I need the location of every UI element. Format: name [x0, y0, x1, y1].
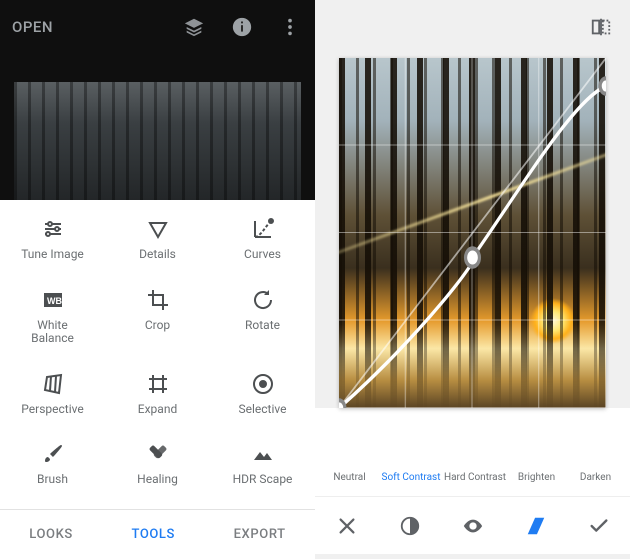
confirm-button[interactable] [576, 507, 622, 545]
tool-brush[interactable]: Brush [0, 435, 105, 500]
tool-hdr-scape[interactable]: HDR Scape [210, 435, 315, 500]
cancel-button[interactable] [324, 507, 370, 545]
photo-canvas[interactable] [339, 58, 606, 408]
curve-action-bar [315, 496, 630, 554]
brush-icon [40, 441, 66, 467]
crop-icon [145, 287, 171, 313]
hdr-scape-icon [250, 441, 276, 467]
preset-soft-contrast[interactable]: Soft Contrast [382, 416, 440, 483]
preset-hard-contrast[interactable]: Hard Contrast [446, 416, 504, 483]
channel-icon[interactable] [513, 507, 559, 545]
luminance-channel-icon[interactable] [387, 507, 433, 545]
tool-perspective[interactable]: Perspective [0, 365, 105, 430]
curve-node[interactable] [600, 78, 606, 93]
tool-crop[interactable]: Crop [105, 281, 210, 359]
preset-label: Neutral [333, 472, 365, 483]
tab-tools[interactable]: TOOLS [131, 527, 175, 542]
preset-brighten[interactable]: Brighten [510, 416, 563, 483]
curves-icon [250, 216, 276, 242]
tool-label: Expand [138, 403, 177, 417]
svg-text:WB: WB [47, 296, 62, 306]
right-topbar [315, 0, 630, 54]
curve-preset-row: Neutral Soft Contrast Hard Contrast Brig… [315, 408, 630, 496]
preset-darken[interactable]: Darken [569, 416, 622, 483]
tool-label: HDR Scape [233, 473, 293, 487]
preset-label: Hard Contrast [444, 472, 506, 483]
curves-editor-screen: Neutral Soft Contrast Hard Contrast Brig… [315, 0, 630, 559]
left-topbar: OPEN [0, 0, 315, 54]
preset-label: Darken [580, 472, 611, 483]
tool-expand[interactable]: Expand [105, 365, 210, 430]
preset-label: Soft Contrast [382, 472, 441, 483]
bottom-tabs: LOOKS TOOLS EXPORT [0, 509, 315, 559]
tool-label: Perspective [21, 403, 83, 417]
tool-label: Details [139, 248, 176, 262]
tool-details[interactable]: Details [105, 210, 210, 275]
expand-icon [145, 371, 171, 397]
tab-looks[interactable]: LOOKS [29, 527, 73, 542]
tool-label: Rotate [245, 319, 280, 333]
tool-healing[interactable]: Healing [105, 435, 210, 500]
tab-export[interactable]: EXPORT [234, 527, 286, 542]
selective-icon [250, 371, 276, 397]
more-vertical-icon[interactable] [277, 14, 303, 40]
editor-preview-dimmed: OPEN [0, 0, 315, 200]
perspective-icon [40, 371, 66, 397]
tune-icon [40, 216, 66, 242]
stacks-icon[interactable] [181, 14, 207, 40]
tool-label: Tune Image [21, 248, 84, 262]
photo-dimmed [14, 82, 301, 200]
tool-label: Curves [244, 248, 281, 262]
tool-label: Selective [239, 403, 287, 417]
tool-label: Crop [145, 319, 170, 333]
compare-icon[interactable] [588, 14, 614, 40]
preset-label: Brighten [518, 472, 555, 483]
curve-node[interactable] [339, 400, 345, 408]
tool-curves[interactable]: Curves [210, 210, 315, 275]
open-button[interactable]: OPEN [12, 18, 53, 36]
tool-label: Brush [37, 473, 68, 487]
preset-neutral[interactable]: Neutral [323, 416, 376, 483]
tools-panel-screen: OPEN Tun [0, 0, 315, 559]
tool-label: Healing [137, 473, 178, 487]
rotate-icon [250, 287, 276, 313]
curve-overlay[interactable] [339, 58, 606, 408]
tool-label: White Balance [31, 319, 74, 347]
white-balance-icon: WB [40, 287, 66, 313]
info-icon[interactable] [229, 14, 255, 40]
healing-icon [145, 441, 171, 467]
tool-grid: Tune Image Details Curves WB White Balan… [0, 200, 315, 500]
visibility-icon[interactable] [450, 507, 496, 545]
tool-tune-image[interactable]: Tune Image [0, 210, 105, 275]
triangle-down-icon [145, 216, 171, 242]
curve-node[interactable] [466, 248, 480, 266]
tool-rotate[interactable]: Rotate [210, 281, 315, 359]
tool-white-balance[interactable]: WB White Balance [0, 281, 105, 359]
tool-selective[interactable]: Selective [210, 365, 315, 430]
